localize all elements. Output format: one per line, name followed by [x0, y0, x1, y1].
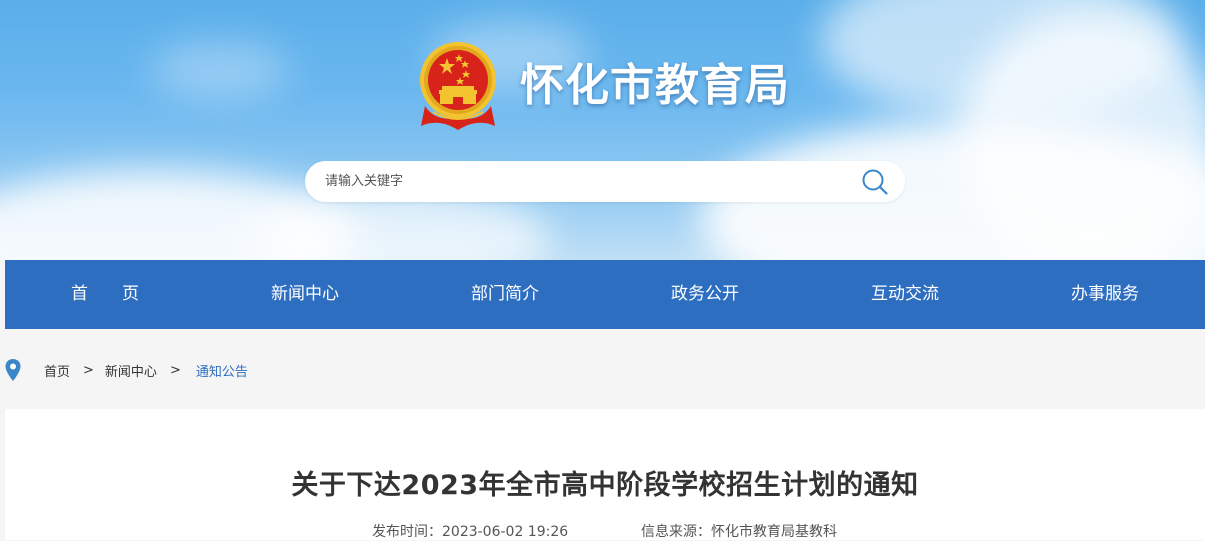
nav-item-news-center[interactable]: 新闻中心	[205, 260, 405, 329]
header-banner: 怀化市教育局	[0, 0, 1205, 260]
publish-time: 发布时间：2023-06-02 19:26	[372, 524, 569, 540]
nav-item-home[interactable]: 首 页	[5, 260, 205, 329]
cloud	[150, 40, 290, 100]
search-input[interactable]	[325, 161, 845, 202]
national-emblem-icon	[420, 42, 496, 130]
article-panel: 关于下达2023年全市高中阶段学校招生计划的通知 发布时间：2023-06-02…	[5, 409, 1205, 540]
breadcrumb-notices[interactable]: 通知公告	[196, 361, 248, 380]
breadcrumb-news-center[interactable]: 新闻中心	[105, 361, 157, 380]
main-nav: 首 页 新闻中心 部门简介 政务公开 互动交流 办事服务	[5, 260, 1205, 329]
info-source: 信息来源：怀化市教育局基教科	[641, 524, 837, 540]
breadcrumb: 首页 > 新闻中心 > 通知公告	[0, 350, 600, 390]
site-title: 怀化市教育局	[520, 60, 790, 111]
breadcrumb-separator: >	[169, 362, 181, 378]
breadcrumb-separator: >	[83, 362, 94, 378]
search-icon[interactable]	[861, 168, 889, 196]
nav-item-interaction[interactable]: 互动交流	[805, 260, 1005, 329]
location-pin-icon	[5, 359, 21, 381]
cloud	[960, 10, 1205, 260]
article-title: 关于下达2023年全市高中阶段学校招生计划的通知	[291, 470, 919, 501]
breadcrumb-home[interactable]: 首页	[44, 361, 70, 380]
nav-item-services[interactable]: 办事服务	[1005, 260, 1205, 329]
search-box	[305, 161, 905, 202]
nav-item-government-affairs[interactable]: 政务公开	[605, 260, 805, 329]
nav-item-department-intro[interactable]: 部门简介	[405, 260, 605, 329]
